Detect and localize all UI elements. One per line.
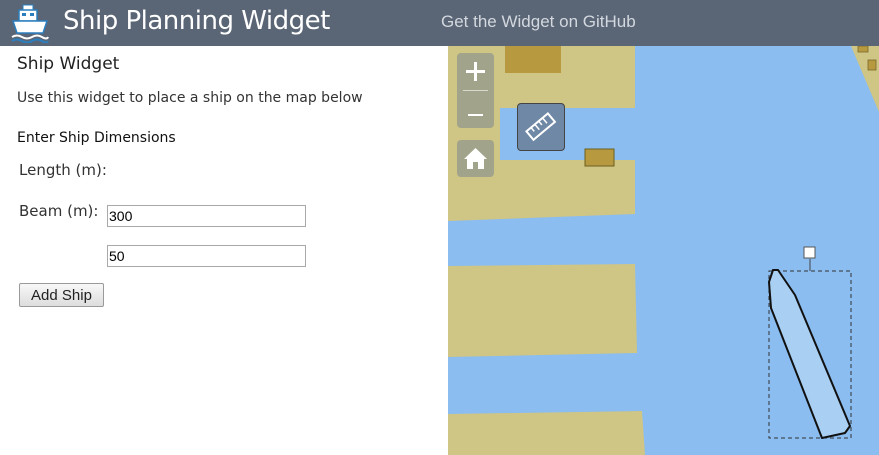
pier-bottom (448, 411, 645, 455)
home-button[interactable] (457, 140, 494, 177)
length-label: Length (m): (19, 161, 107, 179)
map-view[interactable] (448, 46, 879, 455)
zoom-in-icon[interactable] (457, 53, 494, 90)
beam-input[interactable] (107, 245, 306, 267)
beam-label: Beam (m): (19, 202, 99, 220)
length-input[interactable] (107, 205, 306, 227)
zoom-control (457, 53, 494, 128)
building (505, 46, 561, 73)
github-link[interactable]: Get the Widget on GitHub (441, 12, 636, 32)
add-ship-button[interactable]: Add Ship (19, 283, 104, 307)
measure-button[interactable] (517, 103, 565, 151)
widget-title: Ship Widget (17, 54, 120, 74)
app-title: Ship Planning Widget (63, 6, 330, 36)
app-header: Ship Planning Widget Get the Widget on G… (0, 0, 879, 46)
ruler-icon (525, 111, 557, 142)
dimensions-heading: Enter Ship Dimensions (17, 130, 176, 146)
shore-building (857, 46, 869, 53)
home-icon (464, 148, 487, 169)
widget-description: Use this widget to place a ship on the m… (17, 90, 363, 106)
building (584, 148, 615, 167)
rotate-handle (803, 246, 816, 259)
pier-middle (448, 264, 637, 357)
ship-logo-icon (11, 4, 49, 43)
map-canvas[interactable] (448, 46, 879, 455)
zoom-out-icon[interactable] (457, 91, 494, 128)
shore-building (867, 59, 877, 71)
